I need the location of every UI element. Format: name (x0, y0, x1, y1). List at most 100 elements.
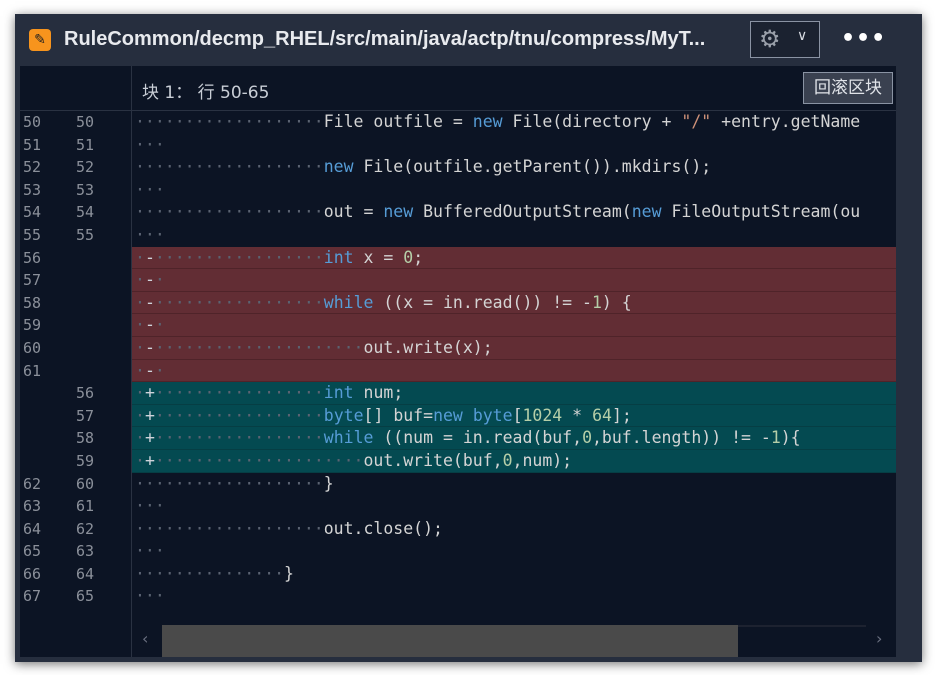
code-token: 0 (502, 450, 513, 470)
whitespace-marker: ····················· (154, 450, 364, 470)
code-text: ···············} (132, 563, 896, 586)
code-text: ·-· (132, 269, 896, 292)
whitespace-marker: ··· (135, 586, 165, 606)
code-token: - (144, 270, 155, 290)
new-line-number: 63 (76, 542, 95, 561)
new-line-number: 59 (76, 451, 95, 470)
code-text: ·+·················int num; (132, 382, 896, 405)
new-line-number: 61 (76, 497, 95, 516)
old-line-number: 62 (23, 474, 42, 493)
code-token: new (433, 405, 463, 425)
old-line-number: 58 (23, 293, 42, 312)
code-token: int (323, 383, 354, 403)
code-token: new (472, 112, 503, 131)
old-line-number: 50 (23, 113, 42, 131)
diff-line-ctx: 50 50 ···················File outfile = ne… (20, 111, 896, 134)
code-token: - (144, 247, 155, 267)
code-text: ··· (132, 179, 896, 202)
code-token: ,buf.length)) != - (592, 428, 771, 448)
old-line-number: 56 (23, 248, 42, 267)
new-line-number: 57 (76, 406, 95, 425)
code-token: [] buf= (363, 405, 434, 425)
diff-lines: 50 50 ···················File outfile = ne… (20, 111, 896, 608)
code-token: + (144, 450, 155, 470)
code-text: ··· (132, 540, 896, 563)
whitespace-marker: ··················· (135, 473, 324, 493)
hunk-label: 块 1： 行 50-65 (142, 83, 270, 103)
whitespace-marker: ··· (135, 224, 165, 244)
old-line-number: 53 (23, 180, 42, 199)
whitespace-marker: · (154, 360, 165, 380)
whitespace-marker: ··················· (135, 202, 324, 222)
whitespace-marker: ················· (154, 383, 324, 403)
code-token: File(outfile.getParent()).mkdirs(); (353, 157, 712, 177)
code-text: ·-· (132, 314, 896, 337)
code-token: BufferedOutputStream( (413, 202, 632, 222)
new-line-number: 55 (76, 225, 95, 244)
diff-view: 块 1： 行 50-65 回滚区块 50 50 ··················… (20, 66, 896, 657)
scrollbar-thumb[interactable] (162, 625, 738, 657)
code-token: x = (353, 247, 404, 267)
code-token: num; (353, 383, 404, 403)
code-token: File(directory + (502, 112, 682, 131)
diff-window: ✎ RuleCommon/decmp_RHEL/src/main/java/ac… (15, 14, 922, 662)
whitespace-marker: ··············· (135, 563, 285, 583)
diff-line-ctx: 54 54 ···················out = new Buffere… (20, 201, 896, 224)
diff-line-del: 56 ·-·················int x = 0; (20, 246, 896, 270)
code-token: * (562, 405, 593, 425)
code-token: new (383, 202, 414, 222)
old-line-number: 63 (23, 497, 42, 516)
scrollbar-track[interactable] (738, 625, 866, 627)
old-line-number: 59 (23, 316, 42, 335)
code-text: ···················} (132, 473, 896, 496)
code-text: ··· (132, 224, 896, 247)
pencil-icon: ✎ (29, 29, 51, 51)
diff-line-add: 56 ·+·················int num; (20, 382, 896, 405)
settings-dropdown-button[interactable]: ⚙ ∨ (750, 21, 820, 58)
diff-line-ctx: 53 53 ··· (20, 179, 896, 202)
diff-line-ctx: 52 52 ···················new File(outfile.… (20, 156, 896, 179)
whitespace-marker: · (135, 270, 145, 290)
whitespace-marker: ··· (135, 179, 165, 199)
code-text: ···················new File(outfile.getP… (132, 156, 896, 179)
new-line-number: 50 (76, 113, 95, 131)
code-text: ·+·····················out.write(buf,0,n… (132, 449, 896, 473)
old-line-number: 66 (23, 564, 42, 583)
code-token: [ (512, 405, 523, 425)
more-icon[interactable]: ••• (841, 26, 886, 51)
new-line-number: 65 (76, 587, 95, 606)
whitespace-marker: · (135, 315, 145, 335)
diff-line-ctx: 51 51 ··· (20, 134, 896, 157)
whitespace-marker: ················· (154, 405, 324, 425)
old-line-number: 67 (23, 587, 42, 606)
code-token: ,num); (512, 450, 573, 470)
old-line-number: 60 (23, 338, 42, 357)
chevron-left-icon[interactable]: ‹ (142, 629, 148, 648)
code-text: ···················out.close(); (132, 518, 896, 541)
code-token: new (323, 157, 354, 177)
diff-line-ctx: 65 63 ··· (20, 540, 896, 563)
code-token: 0 (403, 247, 414, 267)
code-token: out.close(); (323, 518, 443, 538)
hunk-header: 块 1： 行 50-65 回滚区块 (20, 66, 896, 111)
old-line-number: 64 (23, 519, 42, 538)
whitespace-marker: · (135, 247, 145, 267)
horizontal-scrollbar[interactable]: ‹ › (132, 625, 896, 657)
diff-line-del: 59 ·-· (20, 314, 896, 337)
new-line-number: 64 (76, 564, 95, 583)
code-token: 1 (591, 292, 602, 312)
chevron-right-icon[interactable]: › (876, 629, 882, 648)
diff-line-ctx: 63 61 ··· (20, 495, 896, 518)
code-token: out.write(x); (363, 337, 493, 357)
new-line-number: 51 (76, 135, 95, 154)
code-text: ···················File outfile = new Fi… (132, 111, 896, 134)
chevron-down-icon: ∨ (797, 28, 808, 44)
new-line-number: 54 (76, 203, 95, 222)
diff-line-add: 58 ·+·················while ((num = in.re… (20, 427, 896, 450)
old-line-number: 55 (23, 225, 42, 244)
gear-icon: ⚙ (759, 25, 781, 53)
new-line-number: 56 (76, 384, 95, 403)
whitespace-marker: ··· (135, 496, 165, 516)
code-token: FileOutputStream(ou (661, 202, 861, 222)
revert-hunk-button[interactable]: 回滚区块 (803, 72, 893, 104)
